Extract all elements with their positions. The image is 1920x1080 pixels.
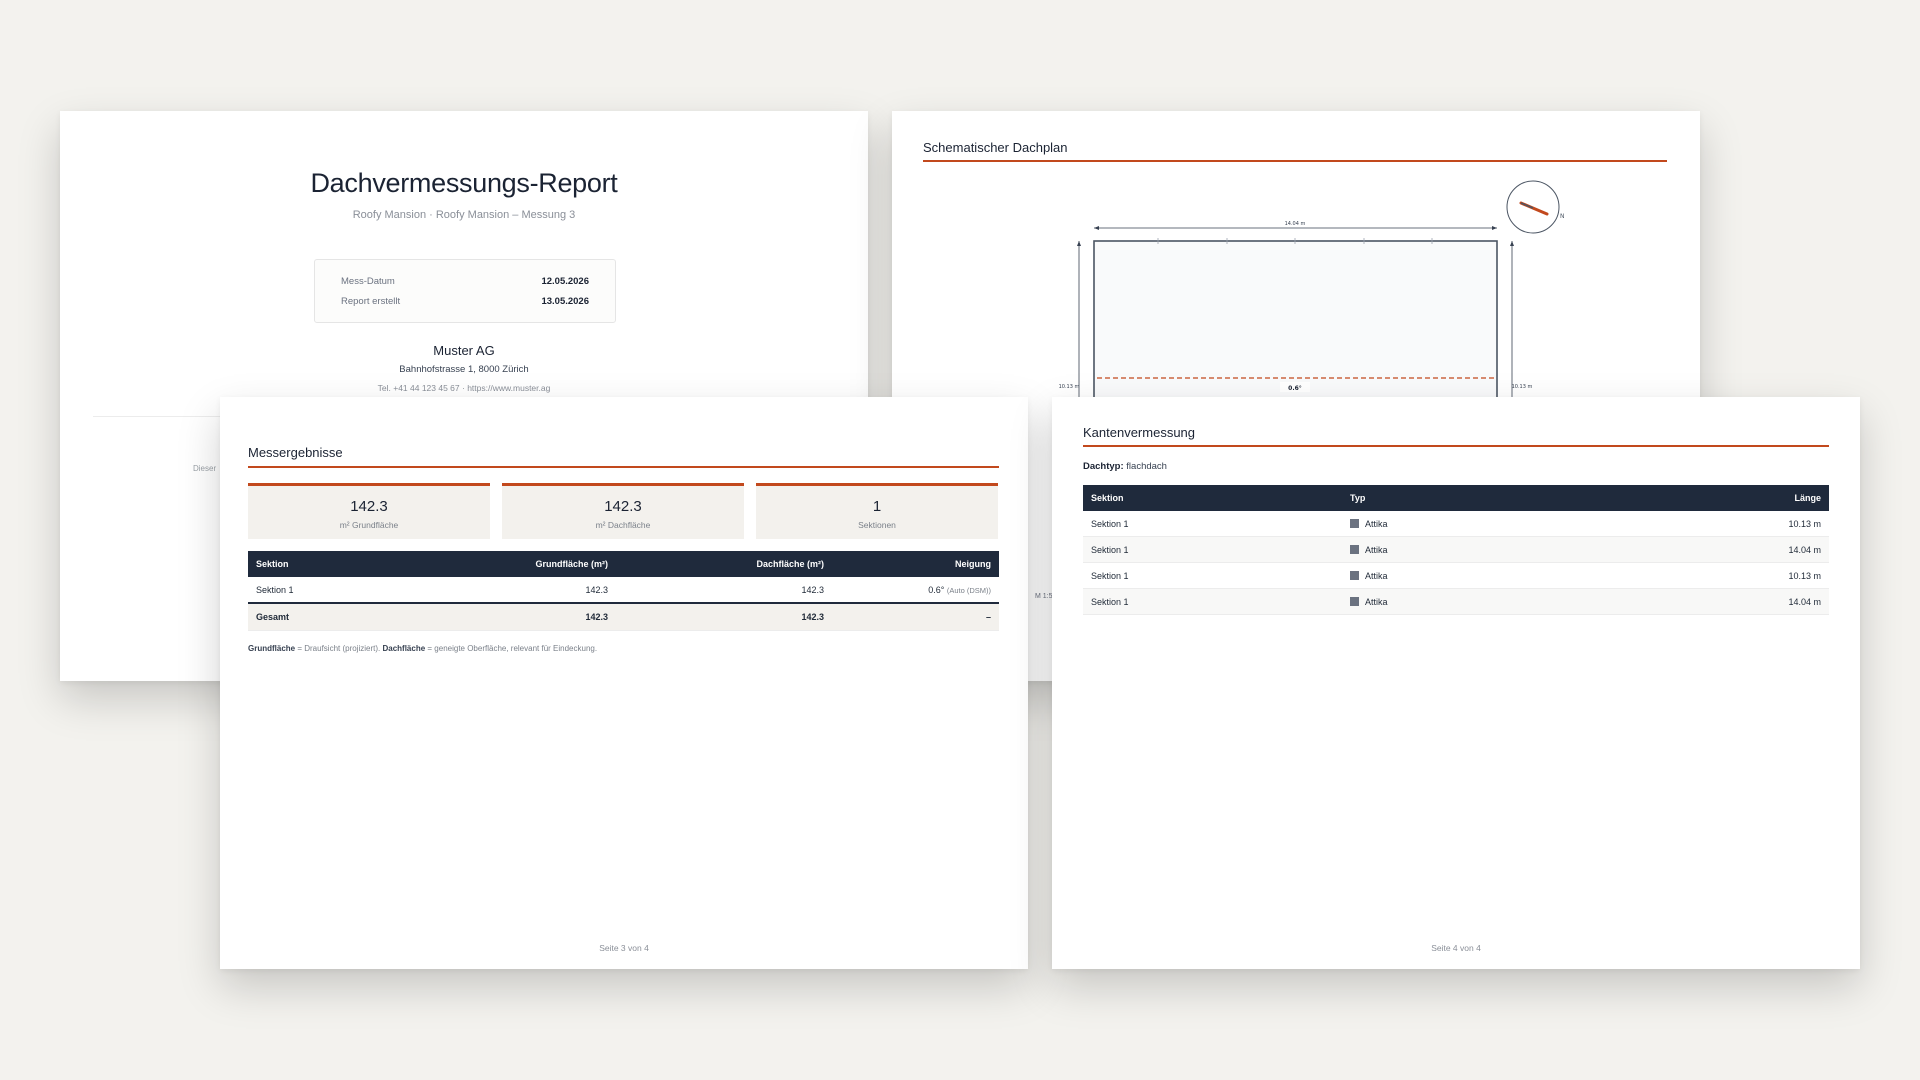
- column-header: Typ: [1342, 485, 1601, 511]
- table-header-row: Sektion Grundfläche (m²) Dachfläche (m²)…: [248, 551, 999, 577]
- table-total-row: Gesamt 142.3 142.3 –: [248, 602, 999, 631]
- roof-type-label: Dachtyp:: [1083, 461, 1124, 472]
- kpi-label: m² Grundfläche: [339, 520, 399, 530]
- footnote-term: Dachfläche: [382, 644, 426, 653]
- results-footnote: Grundfläche = Draufsicht (projiziert). D…: [248, 644, 597, 653]
- edge-color-swatch: [1350, 544, 1359, 554]
- cell-length: 10.13 m: [1601, 562, 1829, 589]
- kpi-label: Sektionen: [858, 520, 896, 530]
- slope-value: 0.6°: [928, 584, 945, 595]
- kpi-card-ground-area: 142.3 m² Grundfläche: [248, 483, 490, 539]
- cell-total-roof: 142.3: [616, 602, 832, 631]
- report-page-edges: Kantenvermessung Dachtyp: flachdach Sekt…: [1052, 397, 1860, 969]
- roof-type-value: flachdach: [1126, 461, 1167, 472]
- cell-ground-area: 142.3: [434, 577, 616, 604]
- cell-total-label: Gesamt: [248, 602, 434, 631]
- page-number: Seite 4 von 4: [1431, 943, 1481, 953]
- cell-total-slope: –: [832, 602, 999, 631]
- slope-label: 0.6°: [1288, 385, 1302, 392]
- section-title-edges: Kantenvermessung: [1083, 425, 1196, 440]
- table-row: Sektion 1 Attika 14.04 m: [1083, 536, 1829, 563]
- cover-note: Dieser: [193, 464, 217, 473]
- company-address: Bahnhofstrasse 1, 8000 Zürich: [399, 364, 529, 375]
- cell-length: 14.04 m: [1601, 536, 1829, 563]
- scale-note: M 1:5: [1035, 593, 1053, 600]
- cell-type: Attika: [1342, 562, 1601, 589]
- section-rule: [248, 466, 999, 468]
- arrow-icon: [1510, 241, 1514, 246]
- cell-section: Sektion 1: [1083, 511, 1342, 537]
- cell-type: Attika: [1342, 588, 1601, 615]
- column-header: Sektion: [1083, 485, 1342, 511]
- section-title-results: Messergebnisse: [248, 445, 343, 460]
- dimension-label-right: 10.13 m: [1512, 384, 1533, 390]
- edge-color-swatch: [1350, 596, 1359, 606]
- column-header: Sektion: [248, 551, 434, 577]
- cell-section: Sektion 1: [1083, 562, 1342, 589]
- edges-table: Sektion Typ Länge Sektion 1 Attika 10.13…: [1083, 485, 1829, 615]
- table-row: Sektion 1 Attika 10.13 m: [1083, 562, 1829, 589]
- compass-letter: N: [1560, 213, 1565, 220]
- arrow-icon: [1492, 226, 1497, 230]
- edge-color-swatch: [1350, 570, 1359, 580]
- column-header: Neigung: [832, 551, 999, 577]
- kpi-value: 142.3: [604, 498, 642, 515]
- kpi-card-roof-area: 142.3 m² Dachfläche: [502, 483, 744, 539]
- footnote-term: Grundfläche: [248, 644, 296, 653]
- edge-type: Attika: [1365, 544, 1388, 555]
- arrow-icon: [1094, 226, 1099, 230]
- edge-type: Attika: [1365, 570, 1388, 581]
- company-contact: Tel. +41 44 123 45 67 · https://www.must…: [377, 383, 551, 393]
- table-row: Sektion 1 Attika 14.04 m: [1083, 588, 1829, 615]
- edge-color-swatch: [1350, 518, 1359, 528]
- column-header: Länge: [1601, 485, 1829, 511]
- cell-section: Sektion 1: [1083, 536, 1342, 563]
- column-header: Dachfläche (m²): [616, 551, 832, 577]
- kpi-card-sections: 1 Sektionen: [756, 483, 998, 539]
- report-page-results: Messergebnisse 142.3 m² Grundfläche 142.…: [220, 397, 1028, 969]
- cell-length: 14.04 m: [1601, 588, 1829, 615]
- arrow-icon: [1077, 241, 1081, 246]
- meta-info-box: Mess-Datum 12.05.2026 Report erstellt 13…: [314, 259, 616, 323]
- page-number: Seite 3 von 4: [599, 943, 649, 953]
- table-header-row: Sektion Typ Länge: [1083, 485, 1829, 511]
- cell-type: Attika: [1342, 536, 1601, 563]
- edge-type: Attika: [1365, 596, 1388, 607]
- cell-slope: 0.6° (Auto (DSM)): [832, 577, 999, 604]
- report-title: Dachvermessungs-Report: [310, 168, 618, 198]
- cell-roof-area: 142.3: [616, 577, 832, 604]
- footnote-text: = geneigte Oberfläche, relevant für Eind…: [425, 644, 598, 653]
- meta-row-report-created: Report erstellt 13.05.2026: [341, 296, 589, 307]
- dimension-label-top: 14.04 m: [1285, 221, 1306, 227]
- results-table: Sektion Grundfläche (m²) Dachfläche (m²)…: [248, 551, 999, 631]
- report-subtitle: Roofy Mansion · Roofy Mansion – Messung …: [352, 209, 576, 221]
- dimension-label-left: 10.13 m: [1059, 384, 1080, 390]
- company-name: Muster AG: [433, 343, 495, 358]
- meta-value: 12.05.2026: [541, 276, 589, 287]
- slope-source: (Auto (DSM)): [946, 585, 991, 595]
- footnote-text: = Draufsicht (projiziert).: [295, 644, 383, 653]
- kpi-label: m² Dachfläche: [595, 520, 651, 530]
- kpi-value: 1: [872, 498, 882, 515]
- edge-type: Attika: [1365, 518, 1388, 529]
- cell-type: Attika: [1342, 511, 1601, 537]
- meta-label: Mess-Datum: [341, 276, 395, 287]
- meta-value: 13.05.2026: [541, 296, 589, 307]
- section-rule: [1083, 445, 1829, 447]
- cell-section: Sektion 1: [248, 577, 434, 604]
- meta-label: Report erstellt: [341, 296, 401, 307]
- table-row: Sektion 1 Attika 10.13 m: [1083, 511, 1829, 537]
- cell-section: Sektion 1: [1083, 588, 1342, 615]
- meta-row-measure-date: Mess-Datum 12.05.2026: [341, 276, 589, 287]
- kpi-value: 142.3: [350, 498, 388, 515]
- column-header: Grundfläche (m²): [434, 551, 616, 577]
- cell-total-ground: 142.3: [434, 602, 616, 631]
- roof-type: Dachtyp: flachdach: [1083, 461, 1167, 472]
- table-row: Sektion 1 142.3 142.3 0.6° (Auto (DSM)): [248, 577, 999, 604]
- cell-length: 10.13 m: [1601, 511, 1829, 537]
